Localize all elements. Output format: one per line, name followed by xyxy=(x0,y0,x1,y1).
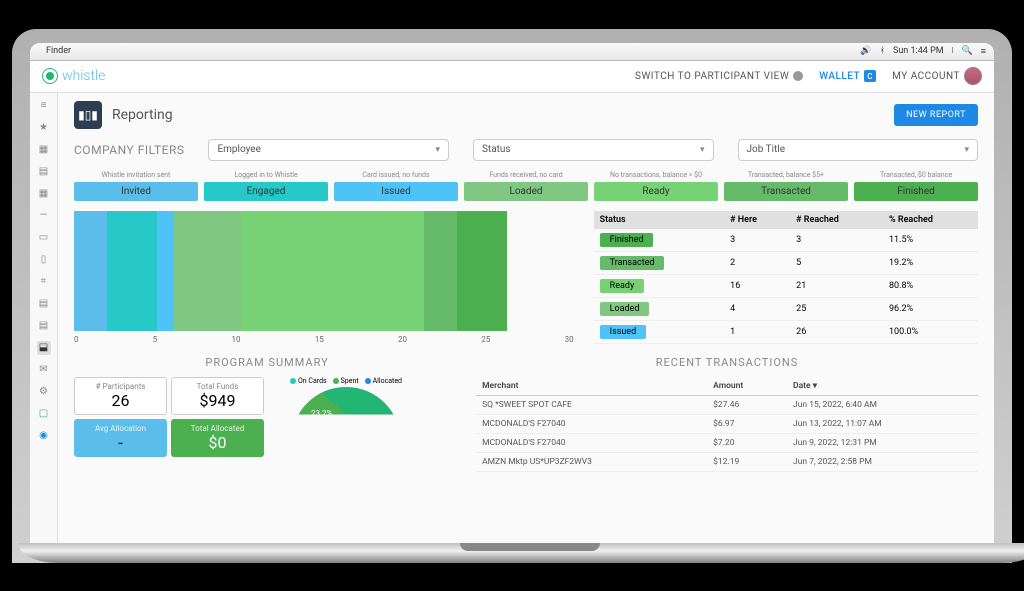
transactions-title: RECENT TRANSACTIONS xyxy=(476,356,978,369)
sidebar-item-11[interactable]: ⬓ xyxy=(37,341,51,355)
summary-block: Total Allocated$0 xyxy=(171,419,264,457)
legend-item: On Cards xyxy=(290,377,327,385)
table-row[interactable]: Issued126100.0% xyxy=(594,320,978,343)
page-title: Reporting xyxy=(112,107,173,123)
status-hint: Funds received, no card xyxy=(464,171,588,179)
table-row[interactable]: MCDONALD'S F27040$6.97Jun 13, 2022, 11:0… xyxy=(476,414,978,433)
status-hint: Transacted, balance $5+ xyxy=(724,171,848,179)
status-hint: Card issued, no funds xyxy=(334,171,458,179)
brand-logo[interactable]: whistle xyxy=(42,68,105,84)
sidebar-item-0[interactable]: ≡ xyxy=(37,99,51,113)
sidebar-item-3[interactable]: ▤ xyxy=(37,165,51,179)
status-chip[interactable]: Engaged xyxy=(204,182,328,201)
bar-segment-loaded xyxy=(174,211,241,331)
wallet-link[interactable]: WALLET C xyxy=(819,70,876,82)
status-bar-chart: 051015202530 xyxy=(74,211,574,344)
summary-block: Total Funds$949 xyxy=(171,377,264,415)
volume-icon: 🔊 xyxy=(860,46,871,56)
sidebar-item-9[interactable]: ▤ xyxy=(37,297,51,311)
legend-item: Spent xyxy=(333,377,359,385)
user-icon xyxy=(793,71,803,81)
mac-menubar: Finder 🔊 ᚼ Sun 1:44 PM ⧙ 🔍 ≡ xyxy=(30,43,994,61)
table-row[interactable]: Finished3311.5% xyxy=(594,229,978,252)
employee-select[interactable]: Employee xyxy=(208,139,449,161)
status-table: Status# Here# Reached% Reached Finished3… xyxy=(594,211,978,344)
status-hint: Transacted, $0 balance xyxy=(854,171,978,179)
status-chip[interactable]: Loaded xyxy=(464,182,588,201)
bar-segment-ready xyxy=(241,211,424,331)
menu-icon: ≡ xyxy=(981,46,986,57)
filters-label: COMPANY FILTERS xyxy=(74,143,184,157)
sidebar-item-2[interactable]: ▦ xyxy=(37,143,51,157)
legend-item: Allocated xyxy=(365,377,402,385)
table-row[interactable]: Loaded42596.2% xyxy=(594,297,978,320)
laptop-base xyxy=(18,543,1024,563)
status-hint: Logged in to Whistle xyxy=(204,171,328,179)
bluetooth-icon: ᚼ xyxy=(880,46,885,56)
status-chip[interactable]: Invited xyxy=(74,182,198,201)
sidebar-item-15[interactable]: ◉ xyxy=(37,429,51,443)
allocation-pie-chart: 23.2% xyxy=(291,387,401,442)
sidebar-item-6[interactable]: ▭ xyxy=(37,231,51,245)
status-hint: No transactions, balance > $0 xyxy=(594,171,718,179)
pie-slice-label: 23.2% xyxy=(311,409,332,418)
sidebar-item-13[interactable]: ⚙ xyxy=(37,385,51,399)
search-icon: 🔍 xyxy=(962,46,973,56)
sidebar: ≡ ★ ▦ ▤ ▦ — ▭ ▯ ⌗ ▤ ▤ ⬓ ✉ ⚙ ▢ ◉ xyxy=(30,93,58,543)
status-chip[interactable]: Ready xyxy=(594,182,718,201)
reporting-icon: ▮▯▮ xyxy=(74,101,102,129)
bar-segment-invited xyxy=(74,211,107,331)
table-row[interactable]: AMZN Mktp US*UP3ZF2WV3$12.19Jun 7, 2022,… xyxy=(476,452,978,471)
new-report-button[interactable]: NEW REPORT xyxy=(894,104,978,126)
bar-segment-transacted xyxy=(424,211,457,331)
sidebar-item-12[interactable]: ✉ xyxy=(37,363,51,377)
sidebar-item-4[interactable]: ▦ xyxy=(37,187,51,201)
table-row[interactable]: SQ *SWEET SPOT CAFE$27.46Jun 15, 2022, 6… xyxy=(476,395,978,414)
bar-segment-finished xyxy=(457,211,507,331)
sidebar-item-1[interactable]: ★ xyxy=(37,121,51,135)
table-row[interactable]: MCDONALD'S F27040$7.20Jun 9, 2022, 12:31… xyxy=(476,433,978,452)
bar-segment-engaged xyxy=(107,211,157,331)
avatar xyxy=(964,67,982,85)
brand-name: whistle xyxy=(62,68,105,84)
sidebar-item-14[interactable]: ▢ xyxy=(37,407,51,421)
summary-block: # Participants26 xyxy=(74,377,167,415)
wallet-icon: C xyxy=(864,70,876,82)
status-select[interactable]: Status xyxy=(473,139,714,161)
sidebar-item-5[interactable]: — xyxy=(37,209,51,223)
menubar-app: Finder xyxy=(46,46,71,56)
job-title-select[interactable]: Job Title xyxy=(738,139,979,161)
status-hint: Whistle invitation sent xyxy=(74,171,198,179)
transactions-table: MerchantAmountDate ▾ SQ *SWEET SPOT CAFE… xyxy=(476,377,978,472)
bar-segment-issued xyxy=(157,211,174,331)
sidebar-item-8[interactable]: ⌗ xyxy=(37,275,51,289)
app-header: whistle SWITCH TO PARTICIPANT VIEW WALLE… xyxy=(30,61,994,93)
switch-view-link[interactable]: SWITCH TO PARTICIPANT VIEW xyxy=(635,71,803,82)
status-chip[interactable]: Transacted xyxy=(724,182,848,201)
status-chip[interactable]: Finished xyxy=(854,182,978,201)
summary-block: Avg Allocation- xyxy=(74,419,167,457)
summary-title: PROGRAM SUMMARY xyxy=(74,356,460,369)
sidebar-item-7[interactable]: ▯ xyxy=(37,253,51,267)
my-account-link[interactable]: MY ACCOUNT xyxy=(892,67,982,85)
table-row[interactable]: Transacted2519.2% xyxy=(594,251,978,274)
main-content: ▮▯▮ Reporting NEW REPORT COMPANY FILTERS… xyxy=(58,93,994,543)
sidebar-item-10[interactable]: ▤ xyxy=(37,319,51,333)
status-chip[interactable]: Issued xyxy=(334,182,458,201)
wifi-icon: ⧙ xyxy=(952,46,954,56)
menubar-time: Sun 1:44 PM xyxy=(893,46,944,56)
table-row[interactable]: Ready162180.8% xyxy=(594,274,978,297)
logo-mark-icon xyxy=(42,68,58,84)
